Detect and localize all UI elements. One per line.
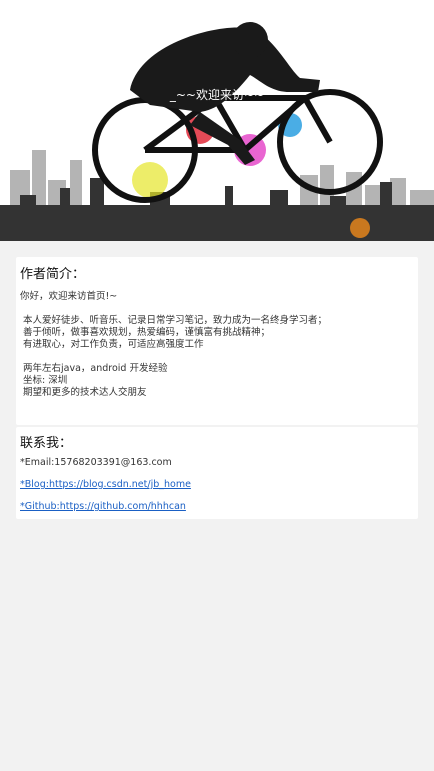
- contact-github-link[interactable]: *Github:https://github.com/hhhcan: [20, 501, 186, 512]
- wifi-icon: [356, 3, 371, 18]
- about-card: 作者简介： 你好，欢迎来访首页!~ 本人爱好徒步、听音乐、记录日常学习笔记，致力…: [16, 257, 418, 425]
- status-time: 6:08: [405, 4, 427, 17]
- chevron-left-icon: [18, 30, 29, 48]
- welcome-text: _~~欢迎来访~~: [169, 88, 265, 102]
- about-line: 期望和更多的技术达人交朋友: [23, 387, 147, 398]
- status-indicators: 6:08: [356, 3, 427, 18]
- contact-email: *Email:15768203391@163.com: [20, 457, 172, 468]
- cyclist-banner-image: [0, 0, 434, 241]
- about-title: 作者简介：: [20, 267, 86, 282]
- notification-icon: [8, 4, 21, 17]
- sim-icon: [376, 3, 387, 18]
- about-line: 有进取心，对工作负责，可适应高强度工作: [23, 339, 204, 350]
- status-bar: 6:08: [0, 0, 434, 22]
- back-button[interactable]: [12, 26, 36, 52]
- header-banner: 6:08 _~~欢迎来访~~: [0, 0, 434, 241]
- contact-card: 联系我： *Email:15768203391@163.com *Blog:ht…: [16, 427, 418, 519]
- contact-title: 联系我：: [20, 436, 73, 451]
- battery-icon: [391, 3, 400, 18]
- about-greeting: 你好，欢迎来访首页!~: [20, 291, 118, 302]
- contact-blog-link[interactable]: *Blog:https://blog.csdn.net/jb_home: [20, 479, 191, 490]
